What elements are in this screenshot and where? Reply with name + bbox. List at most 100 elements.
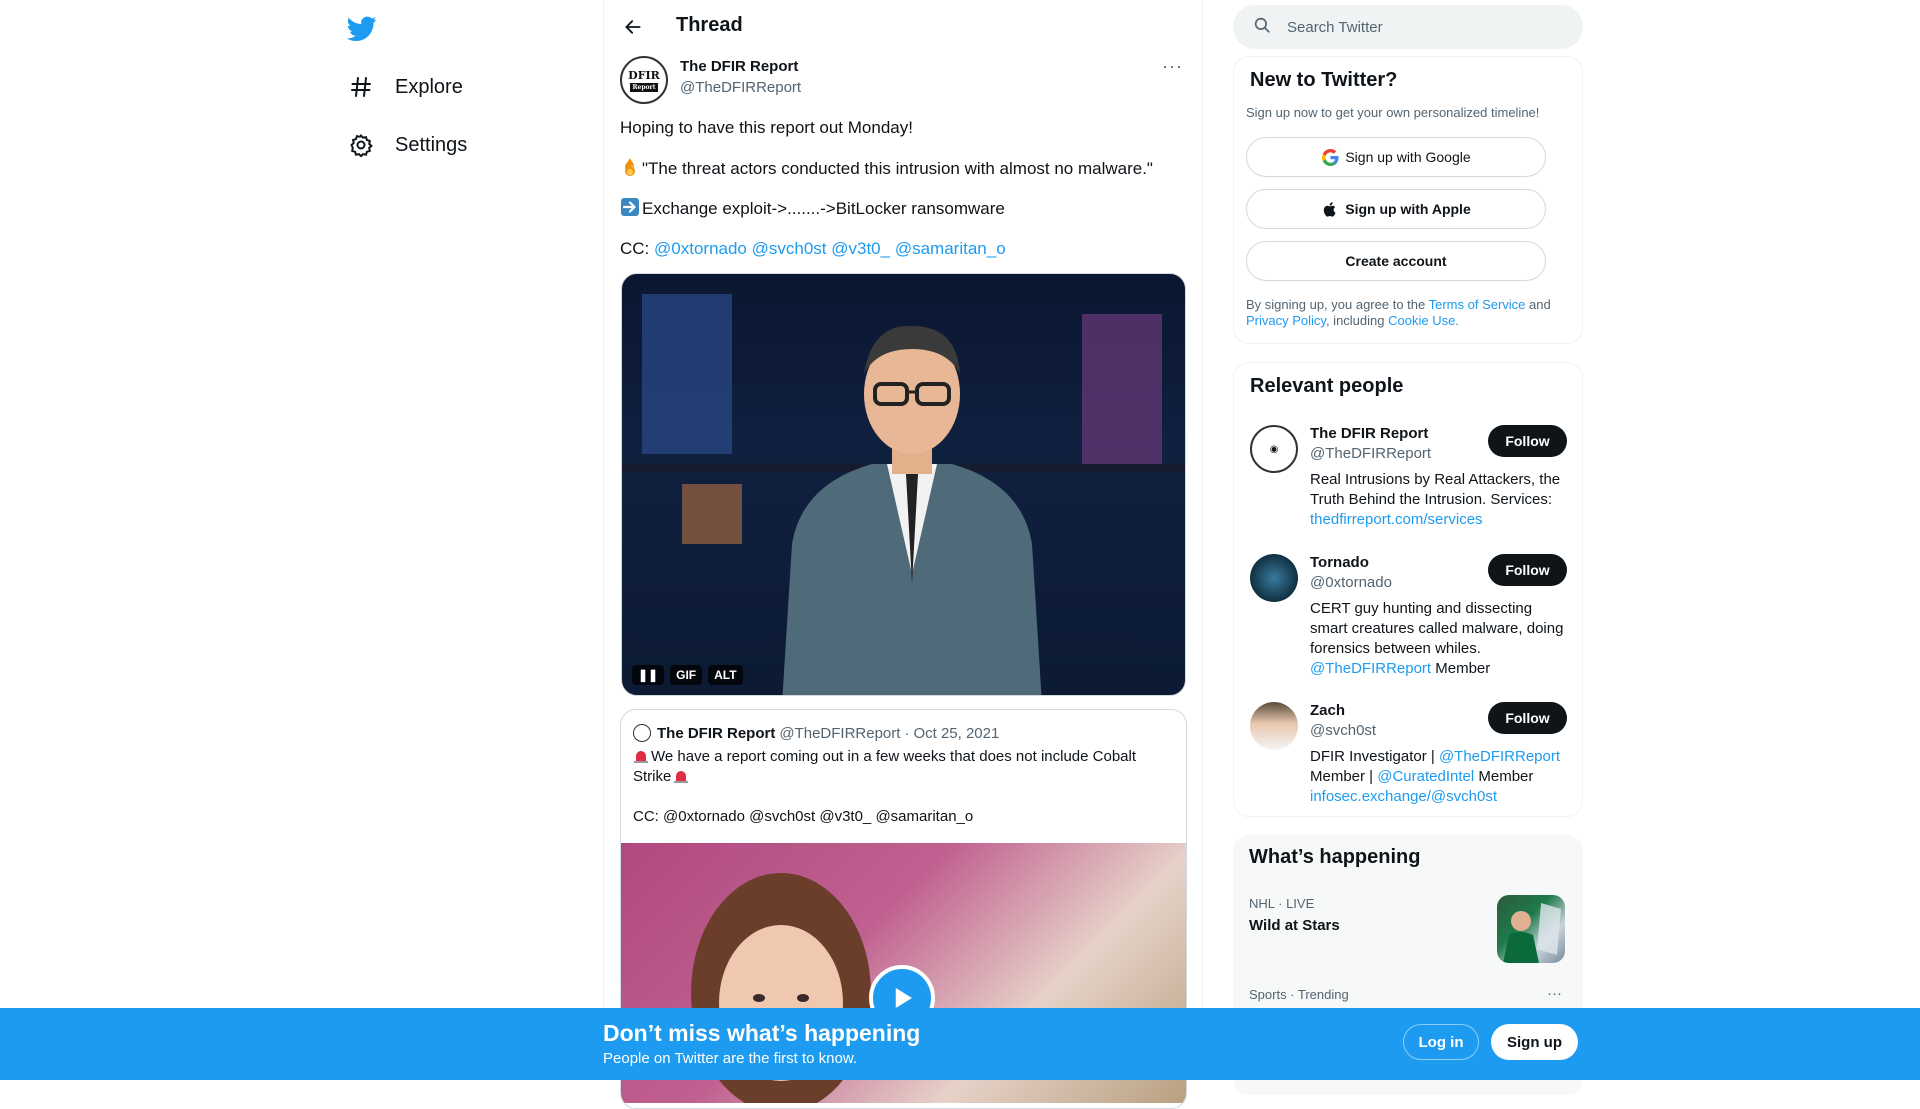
- hashtag-icon: [347, 73, 375, 101]
- bio-link[interactable]: @TheDFIRReport: [1439, 748, 1560, 765]
- follow-button[interactable]: Follow: [1488, 425, 1567, 457]
- login-button[interactable]: Log in: [1403, 1024, 1479, 1060]
- signup-apple-button[interactable]: Sign up with Apple: [1246, 189, 1546, 229]
- signup-apple-label: Sign up with Apple: [1345, 201, 1471, 217]
- person-bio-tail: Member: [1431, 660, 1491, 677]
- person-bio: Real Intrusions by Real Attackers, the T…: [1310, 470, 1572, 530]
- cookie-link[interactable]: Cookie Use.: [1388, 313, 1459, 328]
- person-avatar[interactable]: [1250, 554, 1298, 602]
- person-bio: DFIR Investigator | @TheDFIRReport Membe…: [1310, 747, 1572, 807]
- bio-link[interactable]: infosec.exchange/@svch0st: [1310, 788, 1497, 805]
- person-bio-tail: Member: [1474, 768, 1534, 785]
- trend-image[interactable]: [1497, 895, 1565, 963]
- person-bio: CERT guy hunting and dissecting smart cr…: [1310, 599, 1572, 679]
- person-name[interactable]: Tornado: [1310, 554, 1369, 571]
- quoted-date: Oct 25, 2021: [913, 724, 1000, 742]
- terms-link[interactable]: Terms of Service: [1429, 297, 1526, 312]
- person-handle[interactable]: @svch0st: [1310, 722, 1376, 739]
- nav-settings[interactable]: Settings: [347, 119, 467, 171]
- gif-controls: ❚❚ GIF ALT: [632, 665, 743, 685]
- person-avatar[interactable]: ◉: [1250, 425, 1298, 473]
- relevant-people-card: Relevant people ◉ The DFIR Report @TheDF…: [1233, 362, 1583, 817]
- person-in-suit: [782, 325, 1042, 695]
- pause-button[interactable]: ❚❚: [632, 665, 665, 685]
- nav-explore[interactable]: Explore: [347, 61, 463, 113]
- author-name[interactable]: The DFIR Report: [680, 58, 798, 75]
- bio-link[interactable]: thedfirreport.com/services: [1310, 511, 1483, 528]
- tweet-gif-media[interactable]: ❚❚ GIF ALT: [621, 273, 1186, 696]
- person-row[interactable]: ◉ The DFIR Report @TheDFIRReport Follow …: [1250, 425, 1570, 545]
- tweet-cc-line: CC: @0xtornado @svch0st @v3t0_ @samarita…: [620, 238, 1006, 260]
- search-bar[interactable]: Search Twitter: [1233, 5, 1583, 49]
- author-avatar[interactable]: DFIR Report: [620, 56, 668, 104]
- trend-title[interactable]: Wild at Stars: [1249, 917, 1340, 934]
- right-arrow-emoji-icon: [620, 197, 640, 217]
- quoted-tweet-header: The DFIR Report @TheDFIRReport · Oct 25,…: [633, 724, 999, 742]
- legal-text: By signing up, you agree to the Terms of…: [1246, 297, 1571, 329]
- bio-link[interactable]: @CuratedIntel: [1377, 768, 1474, 785]
- trend-more-icon[interactable]: ···: [1547, 985, 1562, 1002]
- author-handle[interactable]: @TheDFIRReport: [680, 79, 801, 96]
- siren-emoji-icon: [673, 768, 689, 784]
- mention-link[interactable]: @svch0st: [752, 239, 827, 258]
- person-name[interactable]: The DFIR Report: [1310, 425, 1428, 442]
- person-row[interactable]: Zach @svch0st Follow DFIR Investigator |…: [1250, 702, 1570, 812]
- signup-card-subtitle: Sign up now to get your own personalized…: [1246, 105, 1540, 120]
- person-handle[interactable]: @0xtornado: [1310, 574, 1392, 591]
- tweet-text-line-2: "The threat actors conducted this intrus…: [620, 157, 1153, 180]
- twitter-bird-icon[interactable]: [346, 13, 377, 43]
- banner-subtitle: People on Twitter are the first to know.: [603, 1050, 858, 1067]
- signup-card-title: New to Twitter?: [1250, 69, 1398, 91]
- tweet-quote-text: "The threat actors conducted this intrus…: [642, 159, 1153, 178]
- nav-explore-label: Explore: [395, 75, 463, 98]
- search-input[interactable]: Search Twitter: [1287, 19, 1383, 36]
- banner-title: Don’t miss what’s happening: [603, 1020, 921, 1046]
- person-bio-text: CERT guy hunting and dissecting smart cr…: [1310, 600, 1564, 657]
- privacy-link[interactable]: Privacy Policy: [1246, 313, 1326, 328]
- person-handle[interactable]: @TheDFIRReport: [1310, 445, 1431, 462]
- follow-button[interactable]: Follow: [1488, 554, 1567, 586]
- signup-button[interactable]: Sign up: [1491, 1024, 1578, 1060]
- person-bio-mid: Member |: [1310, 768, 1378, 785]
- siren-emoji-icon: [633, 748, 649, 764]
- follow-button[interactable]: Follow: [1488, 702, 1567, 734]
- nav-settings-label: Settings: [395, 133, 468, 156]
- person-name[interactable]: Zach: [1310, 702, 1345, 719]
- person-bio-text: Real Intrusions by Real Attackers, the T…: [1310, 471, 1561, 508]
- gear-icon: [347, 131, 375, 159]
- quoted-author-name: The DFIR Report: [657, 724, 776, 742]
- signup-google-button[interactable]: Sign up with Google: [1246, 137, 1546, 177]
- signup-banner: Don’t miss what’s happening People on Tw…: [0, 1008, 1920, 1080]
- avatar-tag: Report: [629, 82, 659, 92]
- thread-column: Thread DFIR Report The DFIR Report @TheD…: [603, 0, 1203, 1109]
- mention-link[interactable]: @v3t0_: [831, 239, 890, 258]
- quoted-text-2: CC: @0xtornado @svch0st @v3t0_ @samarita…: [633, 808, 974, 825]
- search-icon: [1253, 16, 1271, 39]
- signup-google-label: Sign up with Google: [1345, 149, 1471, 165]
- more-options-icon[interactable]: ···: [1162, 56, 1183, 77]
- person-bio-text: DFIR Investigator |: [1310, 748, 1439, 765]
- quoted-text-1: We have a report coming out in a few wee…: [633, 747, 1173, 787]
- quoted-author-handle: @TheDFIRReport: [779, 724, 901, 742]
- person-avatar[interactable]: [1250, 702, 1298, 750]
- quoted-avatar: [633, 724, 651, 742]
- back-arrow-icon[interactable]: [620, 14, 646, 40]
- mention-link[interactable]: @samaritan_o: [895, 239, 1006, 258]
- trend-meta: NHL · LIVE: [1249, 896, 1315, 911]
- tweet-text-line-3: Exchange exploit->.......->BitLocker ran…: [620, 197, 1005, 220]
- trend-meta: Sports · Trending: [1249, 987, 1349, 1002]
- person-row[interactable]: Tornado @0xtornado Follow CERT guy hunti…: [1250, 554, 1570, 694]
- bio-link[interactable]: @TheDFIRReport: [1310, 660, 1431, 677]
- cc-label: CC:: [620, 239, 650, 258]
- create-account-button[interactable]: Create account: [1246, 241, 1546, 281]
- alt-badge[interactable]: ALT: [708, 665, 743, 685]
- avatar-text: DFIR: [628, 68, 660, 82]
- page-title: Thread: [676, 14, 743, 36]
- quoted-body: We have a report coming out in a few wee…: [633, 748, 1137, 785]
- quoted-separator: ·: [904, 724, 910, 742]
- gif-badge: GIF: [670, 665, 703, 685]
- mention-link[interactable]: @0xtornado: [654, 239, 747, 258]
- apple-icon: [1321, 200, 1339, 218]
- tweet-chain-text: Exchange exploit->.......->BitLocker ran…: [642, 199, 1005, 218]
- relevant-people-title: Relevant people: [1250, 375, 1404, 397]
